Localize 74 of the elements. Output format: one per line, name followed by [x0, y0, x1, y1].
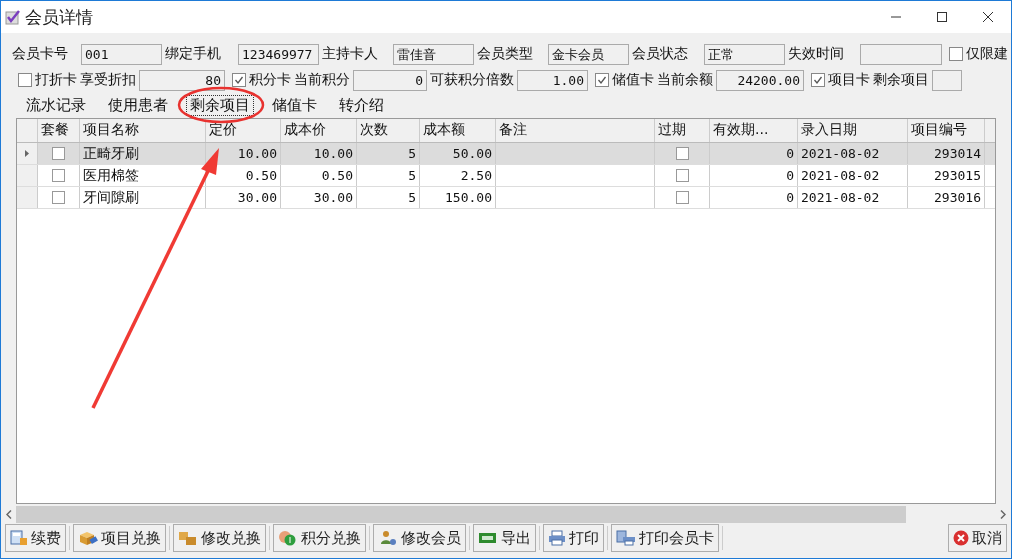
- column-header[interactable]: 套餐: [38, 119, 80, 142]
- toolbar-button[interactable]: 积分兑换: [273, 524, 366, 552]
- table-row[interactable]: 正畸牙刷 10.00 10.00 5 50.00 0 2021-08-02 293014: [17, 143, 995, 165]
- column-header[interactable]: 成本额: [420, 119, 496, 142]
- table-cell: 2021-08-02: [798, 143, 908, 164]
- field-label: 剩余项目: [873, 71, 929, 89]
- column-header[interactable]: 过期: [655, 119, 710, 142]
- table-row[interactable]: 医用棉签 0.50 0.50 5 2.50 0 2021-08-02 293015: [17, 165, 995, 187]
- cancel-button[interactable]: 取消: [948, 524, 1007, 552]
- tab[interactable]: 流水记录: [15, 94, 97, 116]
- table-cell: 0: [710, 187, 798, 208]
- toolbar-button[interactable]: 修改会员: [373, 524, 466, 552]
- table-cell: 0: [710, 165, 798, 186]
- field-label: 可获积分倍数: [430, 71, 514, 89]
- input-field[interactable]: 123469977: [238, 43, 319, 65]
- table-cell: 293016: [908, 187, 985, 208]
- checkbox-label: 项目卡: [828, 71, 870, 89]
- field-label: 当前积分: [294, 71, 350, 89]
- toolbar-button[interactable]: 打印: [543, 524, 604, 552]
- column-header[interactable]: 项目编号: [908, 119, 985, 142]
- tab[interactable]: 储值卡: [261, 94, 328, 116]
- table-cell: 0: [710, 143, 798, 164]
- column-header[interactable]: 定价: [206, 119, 281, 142]
- tab[interactable]: 剩余项目: [186, 94, 254, 116]
- toolbar-button[interactable]: 打印会员卡: [611, 524, 719, 552]
- column-header[interactable]: 备注: [496, 119, 655, 142]
- table-cell: 2021-08-02: [798, 165, 908, 186]
- checkbox-label: 仅限建: [966, 45, 1008, 63]
- toolbar-button[interactable]: 续费: [5, 524, 66, 552]
- field-label: 享受折扣: [80, 71, 136, 89]
- column-header[interactable]: 录入日期: [798, 119, 908, 142]
- table-cell: 0.50: [281, 165, 357, 186]
- table-cell: 150.00: [420, 187, 496, 208]
- field-label: 当前余额: [657, 71, 713, 89]
- toolbar-button[interactable]: 导出: [473, 524, 536, 552]
- column-header[interactable]: 成本价: [281, 119, 357, 142]
- column-header[interactable]: 有效期...: [710, 119, 798, 142]
- field-label: 失效时间: [788, 45, 845, 63]
- table-cell: 30.00: [281, 187, 357, 208]
- window-title: 会员详情: [25, 5, 93, 29]
- checkbox-label: 储值卡: [612, 71, 654, 89]
- table-cell: 293015: [908, 165, 985, 186]
- table-cell: 5: [357, 187, 420, 208]
- table-row[interactable]: 牙间隙刷 30.00 30.00 5 150.00 0 2021-08-02 293016: [17, 187, 995, 209]
- field-label: 主持卡人: [322, 45, 379, 63]
- table-cell: 30.00: [206, 187, 281, 208]
- table-cell: 5: [357, 165, 420, 186]
- field-label: 会员状态: [632, 45, 689, 63]
- table-cell: 10.00: [281, 143, 357, 164]
- table-cell: 293014: [908, 143, 985, 164]
- column-header[interactable]: 项目名称: [80, 119, 206, 142]
- field-label: 会员类型: [477, 45, 534, 63]
- column-header[interactable]: 次数: [357, 119, 420, 142]
- table-cell: 5: [357, 143, 420, 164]
- input-field[interactable]: 1.00: [517, 69, 588, 91]
- input-field[interactable]: 金卡会员: [548, 43, 629, 65]
- field-label: 会员卡号: [12, 45, 69, 63]
- table-cell: 50.00: [420, 143, 496, 164]
- input-field[interactable]: 80: [139, 69, 225, 91]
- checkbox-label: 积分卡: [249, 71, 291, 89]
- table-cell: 2.50: [420, 165, 496, 186]
- input-field[interactable]: 雷佳音: [393, 43, 474, 65]
- table-cell: 牙间隙刷: [80, 187, 206, 208]
- checkbox-label: 打折卡: [35, 71, 77, 89]
- toolbar-button[interactable]: 修改兑换: [173, 524, 266, 552]
- table-cell: 2021-08-02: [798, 187, 908, 208]
- tab[interactable]: 转介绍: [328, 94, 395, 116]
- input-field[interactable]: 24200.00: [716, 69, 804, 91]
- toolbar-button[interactable]: 项目兑换: [73, 524, 166, 552]
- tab[interactable]: 使用患者: [97, 94, 179, 116]
- input-field[interactable]: 正常: [704, 43, 785, 65]
- input-field[interactable]: 001: [81, 43, 162, 65]
- field-label: 绑定手机: [165, 45, 222, 63]
- input-field[interactable]: 0: [353, 69, 427, 91]
